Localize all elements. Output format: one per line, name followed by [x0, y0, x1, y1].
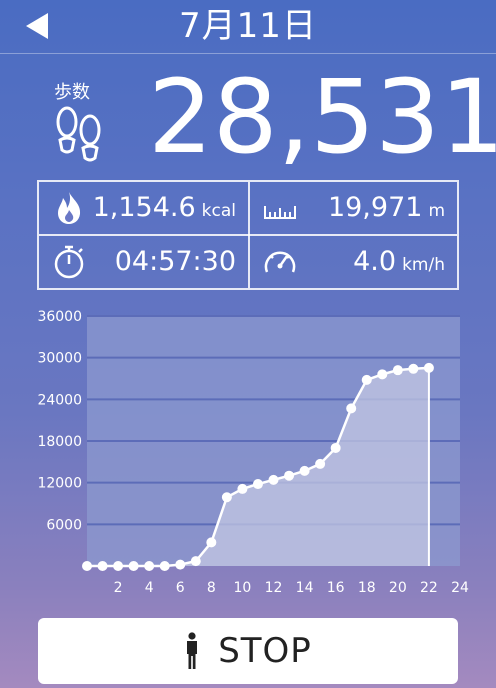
data-point	[82, 561, 92, 571]
calories-unit: kcal	[201, 201, 236, 221]
x-tick-label: 4	[145, 580, 154, 596]
speedometer-icon	[264, 251, 296, 273]
distance-unit: m	[428, 201, 445, 221]
header-bar: 7月11日	[0, 0, 496, 54]
data-point	[330, 442, 341, 453]
data-point	[221, 492, 232, 503]
distance-value: 19,971	[327, 192, 423, 223]
x-tick-label: 2	[114, 580, 123, 596]
duration-cell: 04:57:30	[39, 236, 248, 288]
y-tick-label: 30000	[37, 351, 82, 367]
data-point	[377, 369, 388, 380]
data-point	[206, 537, 217, 548]
data-point	[408, 363, 419, 374]
data-point	[128, 561, 139, 571]
calories-value: 1,154.6	[92, 192, 196, 223]
data-point	[268, 474, 279, 485]
duration-value: 04:57:30	[114, 246, 236, 277]
stop-button[interactable]: STOP	[38, 618, 458, 684]
x-tick-label: 14	[296, 580, 314, 596]
flame-icon	[58, 192, 81, 224]
x-tick-label: 20	[389, 580, 407, 596]
data-point	[284, 470, 295, 481]
x-tick-label: 16	[327, 580, 345, 596]
data-point	[190, 556, 201, 567]
data-point	[252, 479, 263, 490]
ruler-icon	[264, 206, 296, 219]
step-count: 28,531	[148, 58, 496, 177]
stats-panel: 1,154.6 kcal 19,971 m 04:57:30 4.0 km/h	[37, 180, 459, 290]
calories-cell: 1,154.6 kcal	[39, 182, 248, 234]
data-point	[237, 483, 248, 494]
data-point	[97, 561, 108, 571]
y-tick-label: 6000	[46, 517, 82, 533]
speed-unit: km/h	[402, 255, 445, 275]
distance-cell: 19,971 m	[250, 182, 457, 234]
data-point	[361, 374, 372, 385]
person-icon	[187, 632, 198, 669]
stopwatch-icon	[54, 245, 84, 279]
x-tick-label: 6	[176, 580, 185, 596]
steps-label: 歩数	[54, 82, 90, 103]
data-point	[346, 403, 357, 414]
x-tick-label: 24	[451, 580, 469, 596]
data-point	[159, 561, 170, 571]
data-point	[113, 561, 124, 571]
footprints-icon	[56, 106, 101, 162]
x-tick-label: 18	[358, 580, 376, 596]
speed-value: 4.0	[353, 246, 397, 277]
data-point	[315, 458, 326, 469]
x-tick-label: 10	[234, 580, 252, 596]
y-tick-label: 24000	[37, 392, 82, 408]
y-tick-label: 18000	[37, 434, 82, 450]
data-point	[175, 559, 186, 570]
steps-chart: 360003000024000180001200060002 4 6 8 10 12 14 1…	[37, 309, 469, 596]
x-tick-label: 8	[207, 580, 216, 596]
y-tick-label: 12000	[37, 476, 82, 492]
x-tick-label: 12	[265, 580, 283, 596]
y-tick-label: 36000	[37, 309, 82, 325]
page-title: 7月11日	[179, 6, 317, 46]
data-point	[299, 465, 310, 476]
data-point	[423, 362, 434, 373]
x-tick-label: 22	[420, 580, 438, 596]
data-point	[144, 561, 155, 571]
speed-cell: 4.0 km/h	[250, 236, 457, 288]
stop-label: STOP	[218, 631, 312, 671]
data-point	[392, 365, 403, 376]
